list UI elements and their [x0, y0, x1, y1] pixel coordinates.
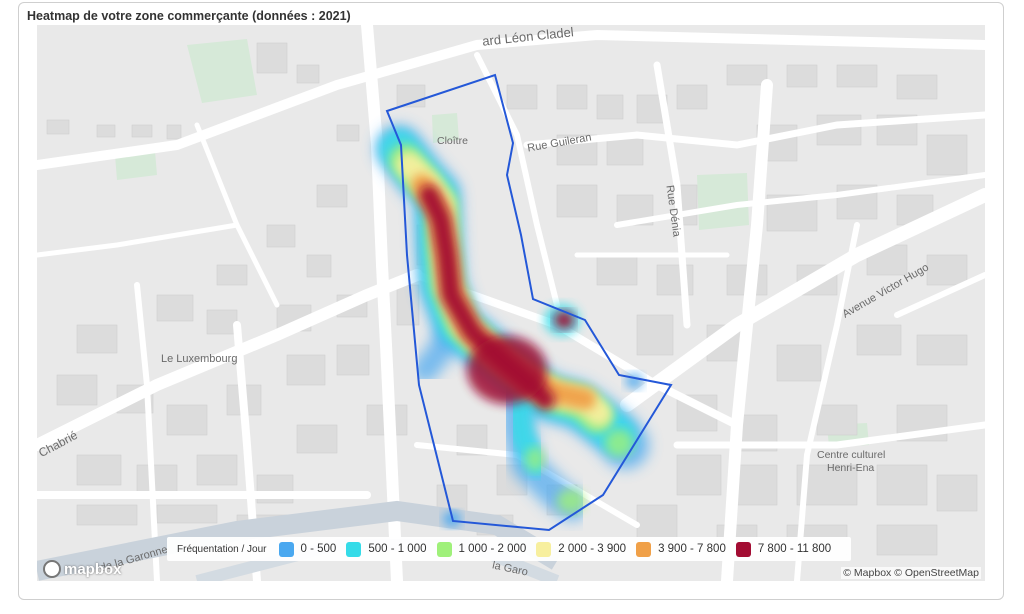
legend-swatch	[346, 541, 362, 557]
card-title: Heatmap de votre zone commerçante (donné…	[27, 9, 351, 23]
legend-swatch	[278, 541, 294, 557]
map-canvas	[37, 25, 985, 581]
legend-label: 1 000 - 2 000	[458, 543, 527, 555]
legend-item: 2 000 - 3 900	[536, 541, 627, 557]
legend-swatch	[436, 541, 452, 557]
heatmap-legend: Fréquentation / Jour 0 - 500 500 - 1 000 1…	[167, 537, 852, 561]
legend-label: 0 - 500	[300, 543, 337, 555]
place-label-centre-culturel: Centre culturel	[817, 449, 886, 461]
legend-item: 0 - 500	[278, 541, 337, 557]
legend-swatch	[636, 541, 652, 557]
map-view[interactable]: ard Léon Cladel Cloître Rue Guileran Rue…	[37, 25, 985, 581]
legend-item: 7 800 - 11 800	[735, 541, 832, 557]
legend-title: Fréquentation / Jour	[177, 543, 267, 555]
legend-item: 3 900 - 7 800	[636, 541, 726, 557]
mapbox-logo-icon	[43, 560, 61, 578]
legend-label: 2 000 - 3 900	[558, 543, 627, 555]
place-label-luxembourg: Le Luxembourg	[161, 353, 238, 365]
legend-label: 7 800 - 11 800	[757, 543, 832, 555]
legend-label: 500 - 1 000	[368, 543, 427, 555]
legend-item: 500 - 1 000	[346, 541, 427, 557]
mapbox-logo-text: mapbox	[64, 560, 122, 578]
place-label-henri-ena: Henri-Ena	[827, 462, 875, 474]
place-label-cloitre: Cloître	[437, 135, 468, 147]
legend-swatch	[536, 541, 552, 557]
legend-swatch	[735, 541, 751, 557]
legend-items: 0 - 500 500 - 1 000 1 000 - 2 000 2 000 - 3…	[278, 541, 842, 557]
mapbox-logo[interactable]: mapbox	[43, 560, 122, 578]
map-attribution[interactable]: © Mapbox © OpenStreetMap	[841, 567, 981, 579]
heatmap-card: Heatmap de votre zone commerçante (donné…	[18, 2, 1004, 600]
legend-label: 3 900 - 7 800	[658, 543, 726, 555]
legend-item: 1 000 - 2 000	[436, 541, 527, 557]
